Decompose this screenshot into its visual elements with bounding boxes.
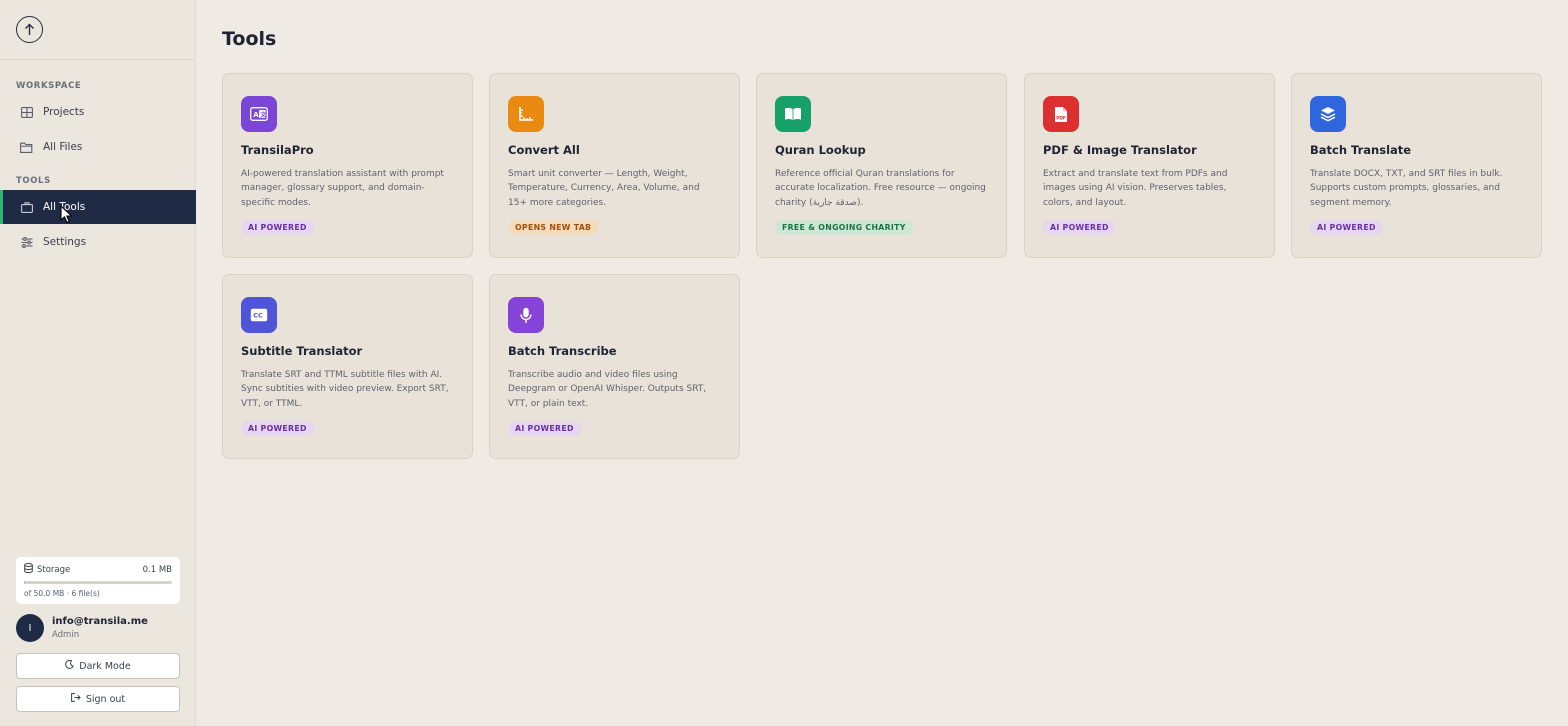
page-title: Tools (222, 28, 277, 50)
card-title: Quran Lookup (775, 143, 866, 157)
briefcase-icon (20, 201, 33, 214)
translate-icon: A文 (241, 96, 277, 132)
tool-card-batch-translate[interactable]: Batch Translate Translate DOCX, TXT, and… (1291, 73, 1542, 258)
tools-section-label: TOOLS (16, 176, 51, 186)
user-email: info@transila.me (52, 616, 148, 627)
database-icon (24, 563, 33, 576)
dark-mode-label: Dark Mode (79, 660, 131, 672)
card-title: Convert All (508, 143, 580, 157)
card-title: Batch Translate (1310, 143, 1412, 157)
layers-icon (1310, 96, 1346, 132)
sidebar-item-label: Projects (43, 106, 85, 118)
tool-card-pdf-image-translator[interactable]: PDF PDF & Image Translator Extract and t… (1024, 73, 1275, 258)
tool-card-subtitle-translator[interactable]: CC Subtitle Translator Translate SRT and… (222, 274, 473, 459)
tool-card-transilapro[interactable]: A文 TransilaPro AI-powered translation as… (222, 73, 473, 258)
folder-icon (20, 141, 33, 154)
card-description: Translate SRT and TTML subtitle files wi… (241, 370, 449, 409)
storage-progress-bar (24, 581, 172, 584)
workspace-section-label: WORKSPACE (16, 81, 82, 91)
sidebar-item-label: Settings (43, 236, 87, 248)
book-icon (775, 96, 811, 132)
avatar: I (16, 614, 44, 642)
microphone-icon (508, 297, 544, 333)
sign-out-button[interactable]: Sign out (16, 686, 180, 712)
mouse-cursor-icon (60, 205, 74, 229)
storage-panel: Storage 0.1 MB of 50.0 MB · 6 file(s) (16, 557, 180, 604)
ai-powered-badge: AI POWERED (241, 420, 314, 436)
card-title: Batch Transcribe (508, 344, 617, 358)
tool-card-convert-all[interactable]: Convert All Smart unit converter — Lengt… (489, 73, 740, 258)
ai-powered-badge: AI POWERED (1310, 219, 1383, 235)
card-description: Extract and translate text from PDFs and… (1043, 169, 1228, 208)
storage-used: 0.1 MB (142, 564, 172, 575)
dark-mode-button[interactable]: Dark Mode (16, 653, 180, 679)
svg-text:PDF: PDF (1056, 115, 1066, 121)
sign-out-label: Sign out (85, 693, 126, 705)
ai-powered-badge: AI POWERED (1043, 219, 1116, 235)
ai-powered-badge: AI POWERED (508, 420, 581, 436)
tool-card-batch-transcribe[interactable]: Batch Transcribe Transcribe audio and vi… (489, 274, 740, 459)
card-description: AI-powered translation assistant with pr… (241, 169, 444, 208)
pdf-icon: PDF (1043, 96, 1079, 132)
svg-text:A: A (253, 111, 259, 119)
sidebar: WORKSPACE Projects All Files TOOLS All T… (0, 0, 196, 726)
card-title: TransilaPro (241, 143, 314, 157)
app-logo-icon[interactable] (16, 16, 43, 43)
charity-badge: FREE & ONGOING CHARITY (775, 219, 913, 235)
sidebar-item-settings[interactable]: Settings (0, 225, 196, 259)
svg-text:文: 文 (259, 111, 267, 119)
card-description: Translate DOCX, TXT, and SRT files in bu… (1310, 169, 1503, 208)
card-description: Transcribe audio and video files using D… (508, 370, 707, 409)
card-description: Reference official Quran translations fo… (775, 169, 986, 208)
sidebar-item-label: All Files (43, 141, 83, 153)
card-description: Smart unit converter — Length, Weight, T… (508, 169, 700, 208)
sidebar-item-all-files[interactable]: All Files (0, 130, 196, 164)
storage-title: Storage (37, 564, 71, 575)
storage-progress-fill (24, 581, 25, 584)
ruler-icon (508, 96, 544, 132)
user-profile[interactable]: I info@transila.me Admin (16, 614, 148, 642)
svg-text:CC: CC (253, 312, 263, 320)
cc-icon: CC (241, 297, 277, 333)
sidebar-item-projects[interactable]: Projects (0, 95, 196, 129)
card-title: PDF & Image Translator (1043, 143, 1197, 157)
logo-area (0, 0, 195, 60)
grid-icon (20, 106, 33, 119)
opens-new-tab-badge: OPENS NEW TAB (508, 219, 599, 235)
sidebar-item-all-tools[interactable]: All Tools (0, 190, 196, 224)
tool-card-quran-lookup[interactable]: Quran Lookup Reference official Quran tr… (756, 73, 1007, 258)
ai-powered-badge: AI POWERED (241, 219, 314, 235)
user-role: Admin (52, 630, 80, 640)
card-title: Subtitle Translator (241, 344, 363, 358)
sliders-icon (20, 236, 33, 249)
moon-icon (65, 659, 75, 672)
sign-out-icon (70, 693, 81, 705)
storage-subtext: of 50.0 MB · 6 file(s) (24, 589, 100, 598)
